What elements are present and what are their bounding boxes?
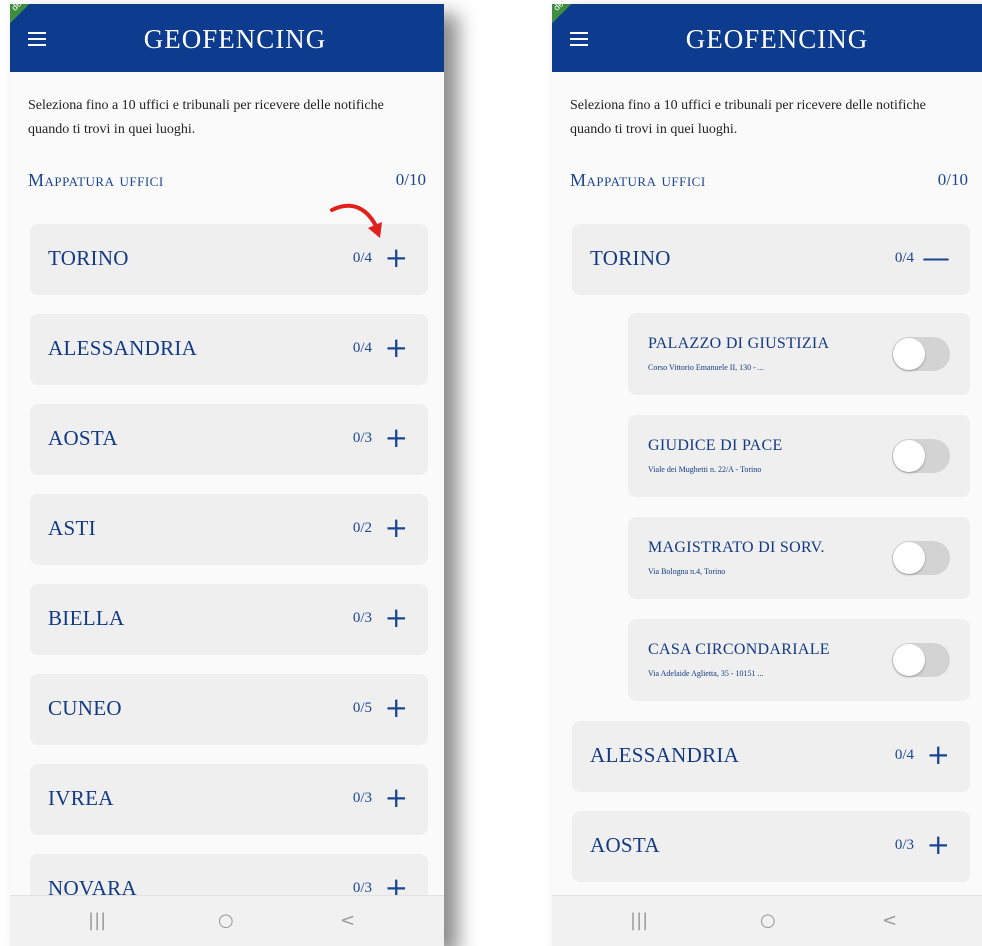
app-title: GEOFENCING	[143, 24, 327, 54]
collapse-minus-icon[interactable]: —	[922, 242, 950, 274]
city-row-torino-expanded[interactable]: TORINO 0/4 —	[572, 224, 970, 295]
system-nav-bar: ||| ○ <	[552, 895, 982, 946]
city-row-aosta[interactable]: AOSTA 0/3 +	[572, 811, 970, 882]
city-name: ASTI	[48, 516, 96, 540]
back-icon[interactable]: <	[882, 910, 897, 931]
switch-knob	[893, 440, 925, 472]
city-count: 0/4	[894, 747, 914, 763]
intro-text: Seleziona fino a 10 uffici e tribunali p…	[28, 98, 384, 137]
city-name: AOSTA	[48, 426, 118, 450]
city-name: IVREA	[48, 786, 114, 810]
city-count: 0/4	[352, 340, 372, 356]
office-row: MAGISTRATO DI SORV. Via Bologna n.4, Tor…	[628, 517, 970, 599]
expand-plus-icon[interactable]: +	[385, 422, 408, 454]
recent-apps-icon[interactable]: |||	[88, 910, 106, 931]
app-title: GEOFENCING	[685, 24, 869, 54]
city-name: BIELLA	[48, 606, 125, 630]
city-name: ALESSANDRIA	[590, 743, 740, 767]
city-count: 0/2	[352, 520, 372, 536]
recent-apps-icon[interactable]: |||	[630, 910, 648, 931]
expand-plus-icon[interactable]: +	[385, 332, 408, 364]
switch-knob	[893, 644, 925, 676]
city-list: TORINO 0/4 — PALAZZO DI GIUSTIZIA Corso …	[572, 224, 970, 901]
expand-plus-icon[interactable]: +	[385, 242, 408, 274]
back-icon[interactable]: <	[340, 910, 355, 931]
annotation-arrow-icon	[330, 203, 382, 238]
office-name: MAGISTRATO DI SORV.	[648, 539, 825, 556]
city-row-aosta[interactable]: AOSTA 0/3 +	[30, 404, 428, 475]
office-list: PALAZZO DI GIUSTIZIA Corso Vittorio Eman…	[628, 313, 970, 701]
expand-plus-icon[interactable]: +	[385, 512, 408, 544]
city-count: 0/4	[894, 250, 914, 266]
office-address: Corso Vittorio Emanuele II, 130 - ...	[648, 363, 764, 372]
home-icon[interactable]: ○	[218, 910, 234, 931]
city-name: AOSTA	[590, 833, 660, 857]
city-list: TORINO 0/4 + ALESSANDRIA 0/4 + AOSTA 0/3…	[30, 224, 428, 944]
expand-plus-icon[interactable]: +	[385, 692, 408, 724]
intro-text: Seleziona fino a 10 uffici e tribunali p…	[570, 98, 926, 137]
geofence-toggle-switch[interactable]	[892, 337, 950, 371]
city-row-asti[interactable]: ASTI 0/2 +	[30, 494, 428, 565]
section-count: 0/10	[395, 170, 426, 189]
office-address: Via Adelaide Aglietta, 35 - 10151 ...	[648, 669, 764, 678]
city-name: TORINO	[48, 246, 129, 270]
expand-plus-icon[interactable]: +	[385, 782, 408, 814]
city-name: TORINO	[590, 246, 671, 270]
city-row-biella[interactable]: BIELLA 0/3 +	[30, 584, 428, 655]
office-address: Via Bologna n.4, Torino	[648, 567, 726, 576]
city-count: 0/3	[352, 430, 372, 446]
office-name: CASA CIRCONDARIALE	[648, 641, 830, 658]
city-name: CUNEO	[48, 696, 122, 720]
city-row-alessandria[interactable]: ALESSANDRIA 0/4 +	[30, 314, 428, 385]
system-nav-bar: ||| ○ <	[10, 895, 444, 946]
section-title: Mappatura uffici	[28, 170, 164, 190]
city-name: ALESSANDRIA	[48, 336, 198, 360]
expand-plus-icon[interactable]: +	[927, 829, 950, 861]
switch-knob	[893, 542, 925, 574]
phone-screen-expanded: dev GEOFENCING Seleziona fino a 10 uffic…	[552, 4, 982, 946]
section-title: Mappatura uffici	[570, 170, 706, 190]
city-count: 0/3	[352, 610, 372, 626]
app-bar: dev GEOFENCING	[10, 4, 444, 72]
geofence-toggle-switch[interactable]	[892, 541, 950, 575]
office-row: CASA CIRCONDARIALE Via Adelaide Aglietta…	[628, 619, 970, 701]
office-address: Viale dei Mughetti n. 22/A - Torino	[648, 465, 762, 474]
city-row-alessandria[interactable]: ALESSANDRIA 0/4 +	[572, 721, 970, 792]
app-bar: dev GEOFENCING	[552, 4, 982, 72]
office-row: PALAZZO DI GIUSTIZIA Corso Vittorio Eman…	[628, 313, 970, 395]
city-count: 0/5	[352, 700, 372, 716]
city-count: 0/3	[352, 790, 372, 806]
city-row-ivrea[interactable]: IVREA 0/3 +	[30, 764, 428, 835]
expand-plus-icon[interactable]: +	[385, 602, 408, 634]
office-name: GIUDICE DI PACE	[648, 437, 783, 454]
city-count: 0/4	[352, 250, 372, 266]
city-row-cuneo[interactable]: CUNEO 0/5 +	[30, 674, 428, 745]
geofence-toggle-switch[interactable]	[892, 439, 950, 473]
phone-screen-collapsed: dev GEOFENCING Seleziona fino a 10 uffic…	[10, 4, 444, 946]
home-icon[interactable]: ○	[760, 910, 776, 931]
switch-knob	[893, 338, 925, 370]
geofence-toggle-switch[interactable]	[892, 643, 950, 677]
office-name: PALAZZO DI GIUSTIZIA	[648, 335, 830, 352]
expand-plus-icon[interactable]: +	[927, 739, 950, 771]
office-row: GIUDICE DI PACE Viale dei Mughetti n. 22…	[628, 415, 970, 497]
section-count: 0/10	[937, 170, 968, 189]
city-count: 0/3	[894, 837, 914, 853]
